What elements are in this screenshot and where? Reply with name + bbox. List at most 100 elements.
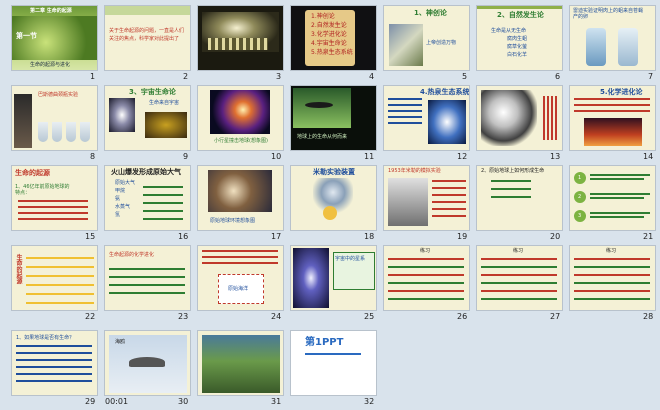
slide-thumbnail-19[interactable]: 1953年米勒的模拟实验 [384, 166, 469, 230]
slide-thumbnail-15[interactable]: 生命的起源 1、46亿年前原始地球的 特点： [12, 166, 97, 230]
slide-caption: 地球上的生命从何而来 [297, 134, 348, 140]
ufo-image [293, 88, 351, 128]
flask [38, 122, 48, 142]
text-line [388, 282, 464, 284]
slide-number: 24 [271, 312, 282, 321]
header-band [477, 6, 562, 9]
slide-thumbnail-2[interactable]: 关于生命起源的问题，一直是人们 关注的焦点，科学家对此提出了 [105, 6, 190, 70]
slide-number: 31 [271, 397, 282, 406]
garden-image [202, 335, 280, 393]
step-number: 3 [578, 213, 582, 219]
slide-thumbnail-5[interactable]: 1、神创论 上帝创造万物 [384, 6, 469, 70]
slide-thumbnail-9[interactable]: 3、宇宙生命论 生命来自宇宙 [105, 86, 190, 150]
slide-thumbnail-26[interactable]: 练习 [384, 246, 469, 310]
text-line [202, 250, 278, 252]
text-line [16, 373, 92, 375]
volcano-image [584, 118, 642, 146]
slide-thumbnail-7[interactable]: 雷迪实验证明肉上的蛆来自苍蝇 产的卵 [570, 6, 655, 70]
text-line [388, 274, 464, 276]
text-line [432, 187, 466, 189]
slide-thumbnail-8[interactable]: 巴斯德曲颈瓶实验 [12, 86, 97, 150]
slide-thumbnail-16[interactable]: 火山爆发形成原始大气 原始大气 甲烷氨水蒸气氢 [105, 166, 190, 230]
slide-title: 4.热泉生态系统 [420, 88, 469, 96]
slide-thumbnail-4[interactable]: 1.神创论 2.自然发生论 3.化学进化论 4.宇宙生命论 5.热泉生态系统 [291, 6, 376, 70]
slide-text: 关于生命起源的问题，一直是人们 [109, 28, 185, 34]
slide-text: 巴斯德曲颈瓶实验 [38, 92, 79, 98]
slide-thumbnail-22[interactable]: 生命的起源 [12, 246, 97, 310]
table-col [143, 180, 183, 220]
slide-title: 生命的起源 [15, 169, 50, 177]
text-line [491, 196, 531, 198]
text-line [388, 116, 422, 118]
slide-thumbnail-27[interactable]: 练习 [477, 246, 562, 310]
painting [389, 24, 423, 66]
slide-thumbnail-11[interactable]: 地球上的生命从何而来 [291, 86, 376, 150]
vertical-text [555, 96, 557, 140]
fossil-image [481, 90, 537, 146]
step-number: 1 [578, 175, 582, 181]
text-line [481, 298, 557, 300]
table-cell: 甲烷 [115, 188, 126, 194]
text-line [590, 216, 644, 218]
slide-thumbnail-25[interactable]: 宇宙中的星系 [291, 246, 376, 310]
meteorite [145, 112, 187, 138]
slide-thumbnail-17[interactable]: 原始地球环境想象图 [198, 166, 283, 230]
header-band [105, 6, 190, 15]
text-line [574, 110, 650, 112]
galaxy [109, 98, 135, 132]
text-line [481, 290, 557, 292]
slide-thumbnail-14[interactable]: 5.化学进化论 [570, 86, 655, 150]
slide-thumbnail-13[interactable] [477, 86, 562, 150]
flask [66, 122, 76, 142]
list-item: 腐草化萤 [507, 44, 528, 50]
portrait [14, 94, 32, 148]
slide-thumbnail-1[interactable]: 第二章 生命的起源 第一节 生命的起源与进化 [12, 6, 97, 70]
slide-text: 2、原始地球上如何形成生命 [481, 168, 545, 174]
list-item: 4.宇宙生命论 [311, 40, 347, 47]
slide-thumbnail-30[interactable]: 海鸥 [105, 331, 190, 395]
text-line [16, 380, 92, 382]
slide-number: 12 [457, 152, 468, 161]
slide-text: 宇宙中的星系 [335, 256, 366, 262]
slide-number: 17 [271, 232, 282, 241]
list-item: 腐肉生蛆 [507, 36, 528, 42]
ppt-logo: 第1PPT [305, 337, 344, 348]
slide-thumbnail-31[interactable] [198, 331, 283, 395]
table-cell: 水蒸气 [115, 204, 131, 210]
slide-thumbnail-23[interactable]: 生命起源的化学进化 [105, 246, 190, 310]
text-line [590, 212, 650, 214]
slide-thumbnail-20[interactable]: 2、原始地球上如何形成生命 [477, 166, 562, 230]
galaxy-image [293, 248, 329, 308]
list-item: 白石化羊 [507, 52, 528, 58]
slide-thumbnail-29[interactable]: 1、如果地球是否有生命？ [12, 331, 97, 395]
slide-thumbnail-21[interactable]: 1 2 3 [570, 166, 655, 230]
slide-text: 关注的焦点，科学家对此提出了 [109, 36, 180, 42]
slide-number: 19 [457, 232, 468, 241]
text-line [432, 215, 466, 217]
slide-caption: 原始地球环境想象图 [210, 218, 256, 224]
slide-number: 6 [555, 72, 561, 81]
text-line [491, 188, 531, 190]
slide-thumbnail-3[interactable] [198, 6, 283, 70]
slide-number: 25 [364, 312, 375, 321]
seagull [129, 357, 165, 367]
slide-thumbnail-18[interactable]: 米勒实验装置 [291, 166, 376, 230]
text-line [574, 98, 650, 100]
text-line [388, 110, 422, 112]
slide-number: 26 [457, 312, 468, 321]
slide-title: 3、宇宙生命论 [129, 88, 176, 96]
step-number: 2 [578, 194, 582, 200]
slide-number: 28 [643, 312, 654, 321]
slide-thumbnail-10[interactable]: 小行星撞击地球(想象图) [198, 86, 283, 150]
text-line [574, 104, 650, 106]
table-cell: 氨 [115, 196, 121, 202]
slide-thumbnail-6[interactable]: 2、自然发生论 生命是从无生命 腐肉生蛆 腐草化萤 白石化羊 [477, 6, 562, 70]
slide-thumbnail-32[interactable]: 第1PPT [291, 331, 376, 395]
slide-thumbnail-24[interactable]: 原始海洋 [198, 246, 283, 310]
text-line [18, 206, 88, 208]
slide-number: 14 [643, 152, 654, 161]
slide-thumbnail-28[interactable]: 练习 [570, 246, 655, 310]
slide-thumbnail-12[interactable]: 4.热泉生态系统 [384, 86, 469, 150]
slide-title: 2、自然发生论 [497, 11, 544, 19]
slide-subtitle: 生命的起源与进化 [30, 62, 71, 68]
